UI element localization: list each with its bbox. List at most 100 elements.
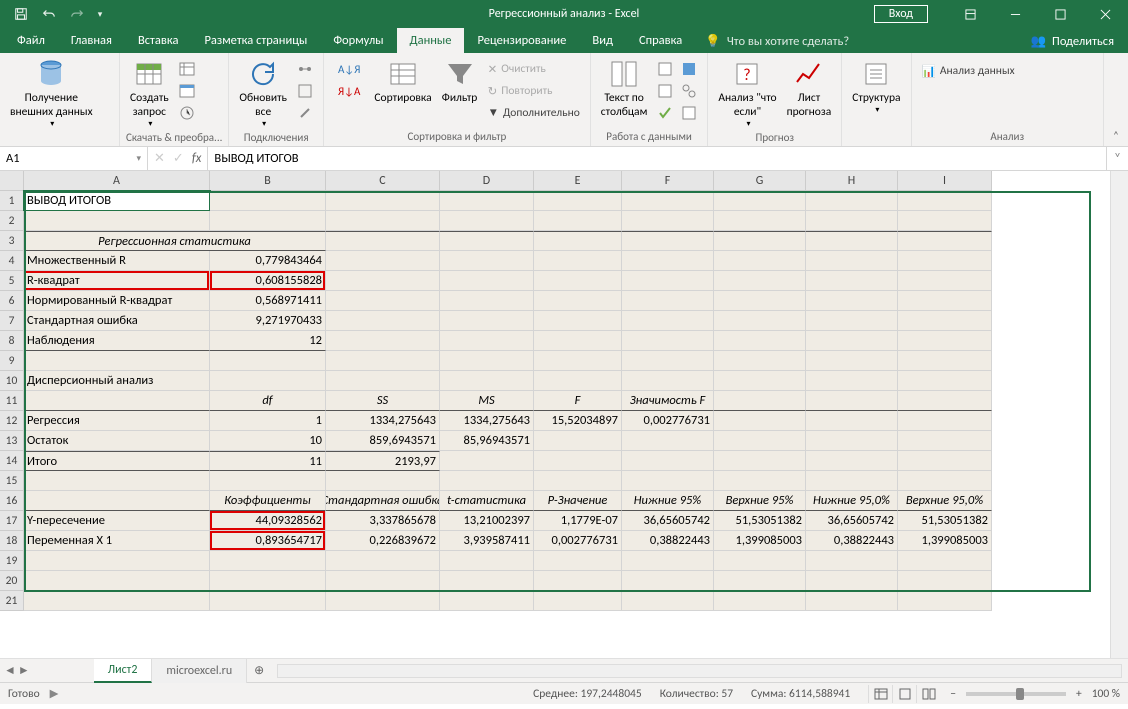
row-header[interactable]: 10 [0,371,24,391]
cell[interactable]: 3,939587411 [440,531,534,551]
tab-insert[interactable]: Вставка [125,28,192,53]
cell[interactable] [440,591,534,611]
worksheet-grid[interactable]: ABCDEFGHI 1ВЫВОД ИТОГОВ23Регрессионная с… [0,171,1128,658]
cell[interactable]: 1334,275643 [326,411,440,431]
qat-customize[interactable]: ▾ [92,2,108,26]
get-external-data-button[interactable]: Получение внешних данных▾ [6,56,97,131]
cell[interactable] [326,211,440,231]
cell[interactable] [898,411,992,431]
cell[interactable] [534,351,622,371]
refresh-all-button[interactable]: Обновить все▾ [235,56,291,131]
cell[interactable]: Y-пересечение [24,511,210,531]
cell[interactable] [898,191,992,211]
cell[interactable] [622,311,714,331]
sort-button[interactable]: Сортировка [370,56,435,108]
cell[interactable]: 3,337865678 [326,511,440,531]
cell[interactable] [210,211,326,231]
cell[interactable] [898,251,992,271]
cell[interactable] [806,431,898,451]
cell[interactable]: ВЫВОД ИТОГОВ [24,191,210,211]
cell[interactable]: 0,568971411 [210,291,326,311]
tab-view[interactable]: Вид [579,28,626,53]
cell[interactable] [806,391,898,411]
tab-home[interactable]: Главная [58,28,125,53]
tab-formulas[interactable]: Формулы [320,28,396,53]
cell[interactable]: Регрессия [24,411,210,431]
manage-data-model-button[interactable] [677,102,701,124]
cell[interactable]: Нижние 95% [622,491,714,511]
cell[interactable]: 0,226839672 [326,531,440,551]
login-button[interactable]: Вход [874,5,928,23]
undo-button[interactable] [36,2,62,26]
cell[interactable] [534,331,622,351]
cell[interactable] [210,191,326,211]
cell[interactable] [898,551,992,571]
cell[interactable] [898,311,992,331]
cell[interactable] [440,451,534,471]
cell[interactable] [24,491,210,511]
row-header[interactable]: 1 [0,191,24,211]
cell[interactable] [622,571,714,591]
cell[interactable] [326,591,440,611]
row-header[interactable]: 15 [0,471,24,491]
cell[interactable] [898,391,992,411]
cell[interactable] [622,291,714,311]
cell[interactable]: 9,271970433 [210,311,326,331]
normal-view-button[interactable] [868,685,892,703]
cell[interactable] [534,231,622,251]
cell[interactable]: Дисперсионный анализ [24,371,210,391]
row-header[interactable]: 5 [0,271,24,291]
zoom-level[interactable]: 100 % [1092,687,1120,701]
cell[interactable] [714,471,806,491]
cell[interactable] [806,371,898,391]
cell[interactable] [210,571,326,591]
cell[interactable] [440,311,534,331]
cell[interactable] [898,231,992,251]
add-sheet-button[interactable]: ⊕ [247,659,271,683]
row-header[interactable]: 4 [0,251,24,271]
row-header[interactable]: 18 [0,531,24,551]
row-header[interactable]: 12 [0,411,24,431]
close-button[interactable] [1083,0,1128,28]
cell[interactable]: P-Значение [534,491,622,511]
zoom-slider[interactable] [966,692,1066,696]
cell[interactable] [806,291,898,311]
cell[interactable]: Итого [24,451,210,471]
cell[interactable] [714,211,806,231]
cell[interactable] [806,591,898,611]
cell[interactable] [714,551,806,571]
cell[interactable]: 0,779843464 [210,251,326,271]
minimize-button[interactable] [993,0,1038,28]
page-layout-view-button[interactable] [892,685,916,703]
cell[interactable] [210,371,326,391]
cell[interactable]: Множественный R [24,251,210,271]
cell[interactable]: Верхние 95% [714,491,806,511]
cell[interactable]: F [534,391,622,411]
cell[interactable] [714,431,806,451]
advanced-filter-button[interactable]: ▼Дополнительно [484,102,584,124]
cell[interactable]: 1,399085003 [898,531,992,551]
edit-links-button[interactable] [293,102,317,124]
cell[interactable]: Переменная X 1 [24,531,210,551]
cell[interactable] [326,311,440,331]
row-header[interactable]: 3 [0,231,24,251]
cell[interactable]: 11 [210,451,326,471]
fx-button[interactable]: fx [192,151,202,166]
cell[interactable] [440,251,534,271]
cell[interactable]: t-статистика [440,491,534,511]
cell[interactable] [714,571,806,591]
cell[interactable] [534,571,622,591]
new-query-button[interactable]: Создать запрос▾ [126,56,173,131]
from-table-button[interactable] [175,80,199,102]
tab-review[interactable]: Рецензирование [464,28,579,53]
cell[interactable] [806,451,898,471]
cell[interactable]: 85,96943571 [440,431,534,451]
cell[interactable]: 0,002776731 [534,531,622,551]
cell[interactable] [898,451,992,471]
cell[interactable] [806,211,898,231]
vertical-scrollbar[interactable] [1110,171,1128,658]
row-header[interactable]: 2 [0,211,24,231]
cell[interactable] [806,191,898,211]
cell[interactable]: 13,21002397 [440,511,534,531]
cell[interactable] [24,551,210,571]
